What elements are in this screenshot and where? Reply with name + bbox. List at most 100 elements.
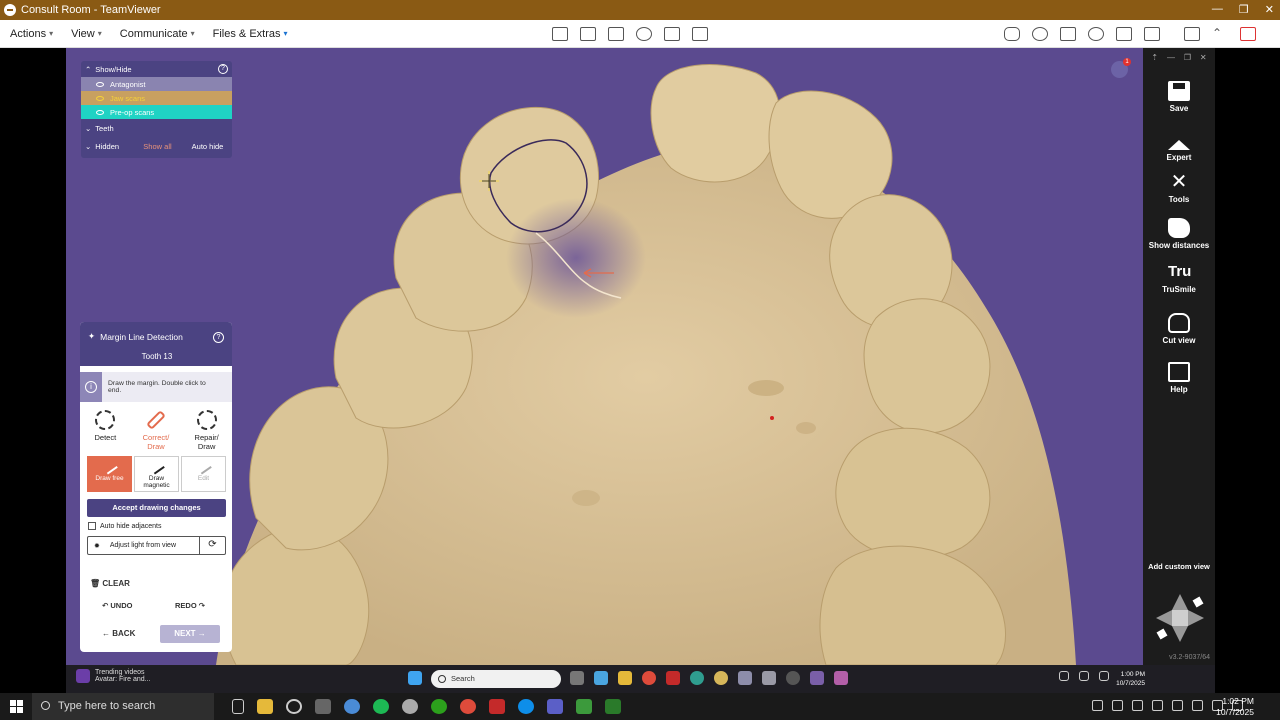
eye-icon[interactable] bbox=[96, 81, 104, 87]
camera-icon[interactable] bbox=[1144, 27, 1160, 41]
adjust-light-button[interactable]: ✹ Adjust light from view bbox=[88, 542, 199, 550]
tray-icon[interactable] bbox=[1092, 700, 1103, 711]
teamviewer-icon[interactable] bbox=[518, 699, 534, 714]
end-session-icon[interactable] bbox=[1240, 27, 1256, 41]
app-circle-icon[interactable] bbox=[714, 671, 728, 685]
tray-icon[interactable] bbox=[1152, 700, 1163, 711]
maximize-button[interactable]: ❐ bbox=[1239, 3, 1249, 16]
monitor-icon[interactable] bbox=[552, 27, 568, 41]
app-cloud-icon[interactable] bbox=[402, 699, 418, 714]
help-question-icon[interactable]: ? bbox=[213, 332, 224, 343]
folder-icon[interactable] bbox=[618, 671, 632, 685]
tool-show-distances[interactable]: Show distances bbox=[1143, 218, 1215, 250]
calculator-icon[interactable] bbox=[315, 699, 331, 714]
auto-hide-button[interactable]: Auto hide bbox=[192, 142, 224, 151]
clipboard-icon[interactable] bbox=[608, 27, 624, 41]
menu-actions[interactable]: Actions ▾ bbox=[10, 28, 53, 40]
mode-correct-draw[interactable]: Correct/Draw bbox=[134, 410, 178, 451]
tray-icon[interactable] bbox=[1112, 700, 1123, 711]
chrome-icon[interactable] bbox=[642, 671, 656, 685]
mode-detect[interactable]: Detect bbox=[83, 410, 127, 451]
tray-icon[interactable] bbox=[1172, 700, 1183, 711]
eye-icon[interactable] bbox=[96, 109, 104, 115]
menu-communicate[interactable]: Communicate ▾ bbox=[120, 28, 195, 40]
fullscreen-icon[interactable] bbox=[1184, 27, 1200, 41]
chevron-up-icon[interactable] bbox=[1041, 671, 1049, 685]
show-all-button[interactable]: Show all bbox=[143, 142, 171, 151]
cad-icon[interactable] bbox=[834, 671, 848, 685]
hand-icon[interactable] bbox=[1004, 27, 1020, 41]
tool-save[interactable]: Save bbox=[1143, 81, 1215, 113]
app-box-icon[interactable] bbox=[738, 671, 752, 685]
reset-light-button[interactable]: ⟳ bbox=[199, 536, 225, 555]
tool-cut-view[interactable]: Cut view bbox=[1143, 313, 1215, 345]
video-icon[interactable] bbox=[1060, 27, 1076, 41]
tool-tools[interactable]: ✕ Tools bbox=[1143, 172, 1215, 204]
layer-antagonist[interactable]: Antagonist bbox=[81, 77, 232, 91]
teeth-section[interactable]: ⌄ Teeth bbox=[81, 119, 232, 137]
restore-icon[interactable]: ❐ bbox=[1184, 53, 1191, 62]
layer-jaw-scans[interactable]: Jaw scans bbox=[81, 91, 232, 105]
exocad-icon[interactable] bbox=[810, 671, 824, 685]
screen-share-icon[interactable] bbox=[664, 27, 680, 41]
teams-icon[interactable] bbox=[547, 699, 563, 714]
remote-search-box[interactable]: Search bbox=[431, 670, 561, 688]
accept-drawing-changes-button[interactable]: Accept drawing changes bbox=[87, 499, 226, 517]
app-blue-icon[interactable] bbox=[344, 699, 360, 714]
refresh-icon[interactable] bbox=[636, 27, 652, 41]
layer-pre-op-scans[interactable]: Pre-op scans bbox=[81, 105, 232, 119]
tray-icon[interactable] bbox=[1059, 671, 1069, 681]
close-button[interactable]: ✕ bbox=[1265, 3, 1274, 16]
draw-free-button[interactable]: Draw free bbox=[87, 456, 132, 492]
copilot-icon[interactable] bbox=[594, 671, 608, 685]
back-button[interactable]: ← BACK bbox=[102, 629, 135, 638]
local-search-box[interactable]: Type here to search bbox=[32, 693, 214, 720]
close-icon[interactable]: ✕ bbox=[1200, 53, 1207, 62]
email-icon[interactable] bbox=[1116, 27, 1132, 41]
app-green-icon[interactable] bbox=[576, 699, 592, 714]
grid-icon[interactable] bbox=[692, 27, 708, 41]
app-cube-icon[interactable] bbox=[762, 671, 776, 685]
app-dot-icon[interactable] bbox=[786, 671, 800, 685]
folder-icon[interactable] bbox=[257, 699, 273, 714]
phone-icon[interactable] bbox=[1088, 27, 1104, 41]
app-grid-icon[interactable] bbox=[666, 671, 680, 685]
draw-magnetic-button[interactable]: Draw magnetic bbox=[134, 456, 179, 492]
minimize-icon[interactable]: — bbox=[1167, 53, 1175, 62]
hidden-section[interactable]: ⌄ Hidden Show all Auto hide bbox=[81, 137, 232, 155]
trending-widget[interactable]: Trending videos Avatar: Fire and... bbox=[76, 669, 151, 683]
tray-icon[interactable] bbox=[1132, 700, 1143, 711]
menu-files-extras[interactable]: Files & Extras ▾ bbox=[213, 28, 288, 40]
notification-bell-icon[interactable]: 1 bbox=[1111, 58, 1131, 78]
minimize-button[interactable]: — bbox=[1212, 3, 1223, 16]
view-navigation-cube[interactable] bbox=[1150, 588, 1210, 648]
clear-button[interactable]: 🗑 CLEAR bbox=[90, 579, 130, 588]
auto-hide-adjacents-checkbox[interactable]: Auto hide adjacents bbox=[88, 522, 162, 530]
redo-button[interactable]: REDO ↷ bbox=[175, 601, 205, 610]
settings-gear-icon[interactable] bbox=[286, 699, 302, 714]
undo-button[interactable]: ↶ UNDO bbox=[102, 601, 132, 610]
keyboard-icon[interactable] bbox=[580, 27, 596, 41]
tray-icon[interactable] bbox=[1079, 671, 1089, 681]
chrome-icon[interactable] bbox=[460, 699, 476, 714]
wifi-icon[interactable] bbox=[1099, 671, 1109, 681]
chevron-up-icon[interactable]: ⌃ bbox=[1212, 27, 1228, 41]
showhide-header[interactable]: ⌃ Show/Hide bbox=[81, 61, 232, 77]
edge-icon[interactable] bbox=[690, 671, 704, 685]
help-question-icon[interactable]: ? bbox=[218, 64, 228, 74]
tool-trusmile[interactable]: Tru TruSmile bbox=[1143, 262, 1215, 294]
app-grid-icon[interactable] bbox=[489, 699, 505, 714]
windows-start-icon[interactable] bbox=[10, 700, 23, 713]
tray-icon[interactable] bbox=[1192, 700, 1203, 711]
tool-help[interactable]: Help bbox=[1143, 362, 1215, 394]
app-pen-icon[interactable] bbox=[605, 699, 621, 714]
task-view-icon[interactable] bbox=[232, 699, 244, 714]
task-view-icon[interactable] bbox=[570, 671, 584, 685]
tool-expert[interactable]: Expert bbox=[1143, 130, 1215, 162]
remote-clock[interactable]: 1:00 PM 10/7/2025 bbox=[1116, 670, 1145, 688]
quickbooks-icon[interactable] bbox=[431, 699, 447, 714]
next-button[interactable]: NEXT → bbox=[160, 625, 220, 643]
chat-icon[interactable] bbox=[1032, 27, 1048, 41]
checkbox-icon[interactable] bbox=[88, 522, 96, 530]
edit-button[interactable]: Edit bbox=[181, 456, 226, 492]
